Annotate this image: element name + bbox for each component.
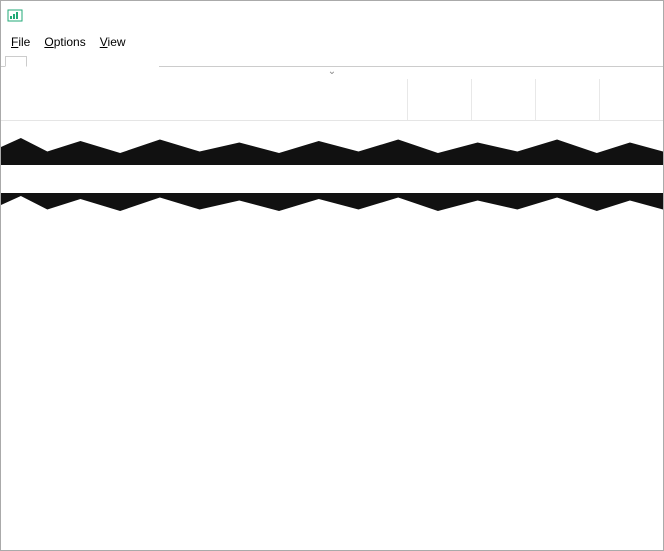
tab-users[interactable] [93,56,115,67]
col-memory[interactable] [471,79,535,120]
tab-processes[interactable] [5,56,27,67]
tab-performance[interactable] [27,56,49,67]
tab-services[interactable] [137,56,159,67]
menu-view[interactable]: View [94,33,132,51]
tab-details[interactable] [115,56,137,67]
col-network[interactable] [599,79,663,120]
menu-options[interactable]: Options [38,33,91,51]
torn-edge-top [1,135,663,165]
app-icon [7,8,23,24]
col-cpu[interactable] [407,79,471,120]
group-windows-processes[interactable] [1,121,663,135]
menubar: File Options View [1,31,663,53]
tab-startup[interactable] [71,56,93,67]
col-name[interactable] [1,79,407,120]
titlebar [1,1,663,31]
column-headers [1,79,663,121]
menu-file[interactable]: File [5,33,36,51]
process-table [1,79,663,223]
tab-app-history[interactable] [49,56,71,67]
overflow-chevron[interactable]: ⌄ [1,67,663,79]
torn-edge-bottom [1,193,663,223]
torn-gap [1,165,663,193]
col-disk[interactable] [535,79,599,120]
